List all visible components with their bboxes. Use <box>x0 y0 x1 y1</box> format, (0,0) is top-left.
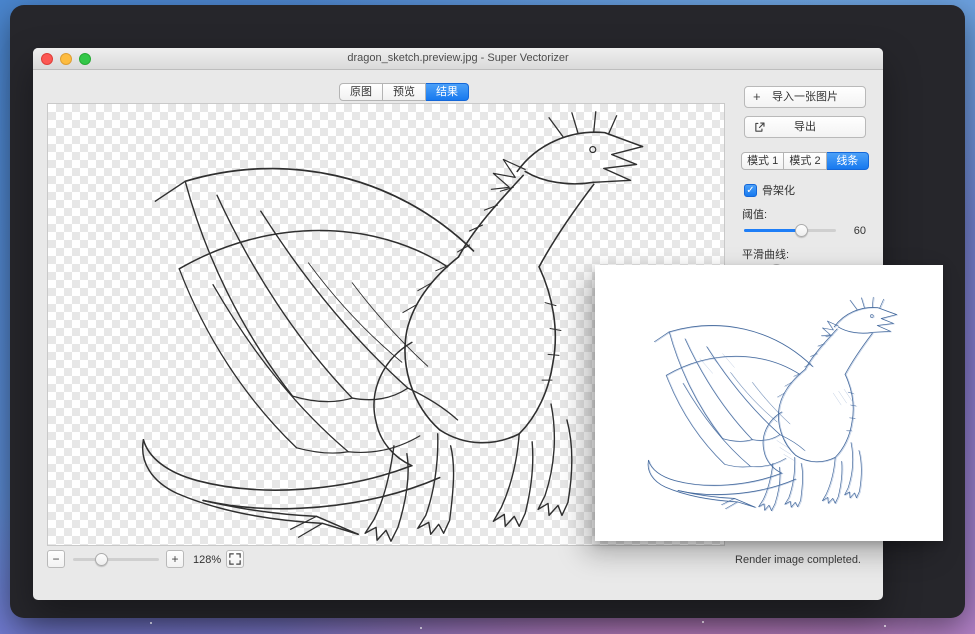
threshold-label: 阈值: <box>742 206 767 222</box>
fit-to-screen-button[interactable] <box>226 550 244 568</box>
window-titlebar[interactable]: dragon_sketch.preview.jpg - Super Vector… <box>33 48 883 70</box>
original-sketch-image <box>595 265 943 541</box>
import-image-button[interactable]: + 导入一张图片 <box>744 86 866 108</box>
star-dot <box>150 622 152 624</box>
original-dragon-sketch-artwork <box>595 265 943 541</box>
mode-lines-segment[interactable]: 线条 <box>827 152 869 170</box>
threshold-slider-track[interactable] <box>744 229 836 232</box>
import-image-label: 导入一张图片 <box>772 91 838 103</box>
smooth-curve-label: 平滑曲线: <box>742 246 789 262</box>
threshold-slider-knob[interactable] <box>795 224 808 237</box>
threshold-value: 60 <box>842 225 866 237</box>
export-label: 导出 <box>794 121 816 133</box>
tab-result[interactable]: 结果 <box>426 83 469 101</box>
export-icon <box>753 117 766 137</box>
window-title: dragon_sketch.preview.jpg - Super Vector… <box>33 48 883 69</box>
plus-icon: + <box>753 87 761 107</box>
check-icon: ✓ <box>746 185 754 196</box>
tab-preview[interactable]: 预览 <box>383 83 426 101</box>
export-button[interactable]: 导出 <box>744 116 866 138</box>
threshold-slider-fill <box>744 229 801 232</box>
threshold-slider[interactable] <box>744 223 836 238</box>
tab-original[interactable]: 原图 <box>339 83 383 101</box>
minimize-button[interactable] <box>60 53 72 65</box>
fit-to-screen-icon <box>229 553 241 565</box>
canvas-zoom-slider-track[interactable] <box>73 558 159 561</box>
canvas-zoom-slider-knob[interactable] <box>95 553 108 566</box>
mode-2-segment[interactable]: 模式 2 <box>784 152 826 170</box>
mode-segmented-control: 模式 1 模式 2 线条 <box>741 152 869 170</box>
mode-1-segment[interactable]: 模式 1 <box>741 152 784 170</box>
threshold-slider-row: 60 <box>744 223 866 238</box>
zoom-percentage: 128% <box>193 554 221 566</box>
zoom-window-button[interactable] <box>79 53 91 65</box>
zoom-in-button[interactable]: + <box>166 550 184 568</box>
star-dot <box>702 621 704 623</box>
skeletonize-checkbox[interactable]: ✓ <box>744 184 757 197</box>
view-tabbar: 原图 预览 结果 <box>339 83 469 101</box>
desktop-wallpaper: dragon_sketch.preview.jpg - Super Vector… <box>0 0 975 634</box>
star-dot <box>884 625 886 627</box>
zoom-out-button[interactable]: − <box>47 550 65 568</box>
skeletonize-row: ✓ 骨架化 <box>744 182 795 198</box>
close-button[interactable] <box>41 53 53 65</box>
render-status-text: Render image completed. <box>735 554 861 566</box>
canvas-zoom-slider[interactable] <box>73 552 159 567</box>
traffic-lights <box>41 53 91 65</box>
skeletonize-label: 骨架化 <box>762 182 795 198</box>
star-dot <box>420 627 422 629</box>
